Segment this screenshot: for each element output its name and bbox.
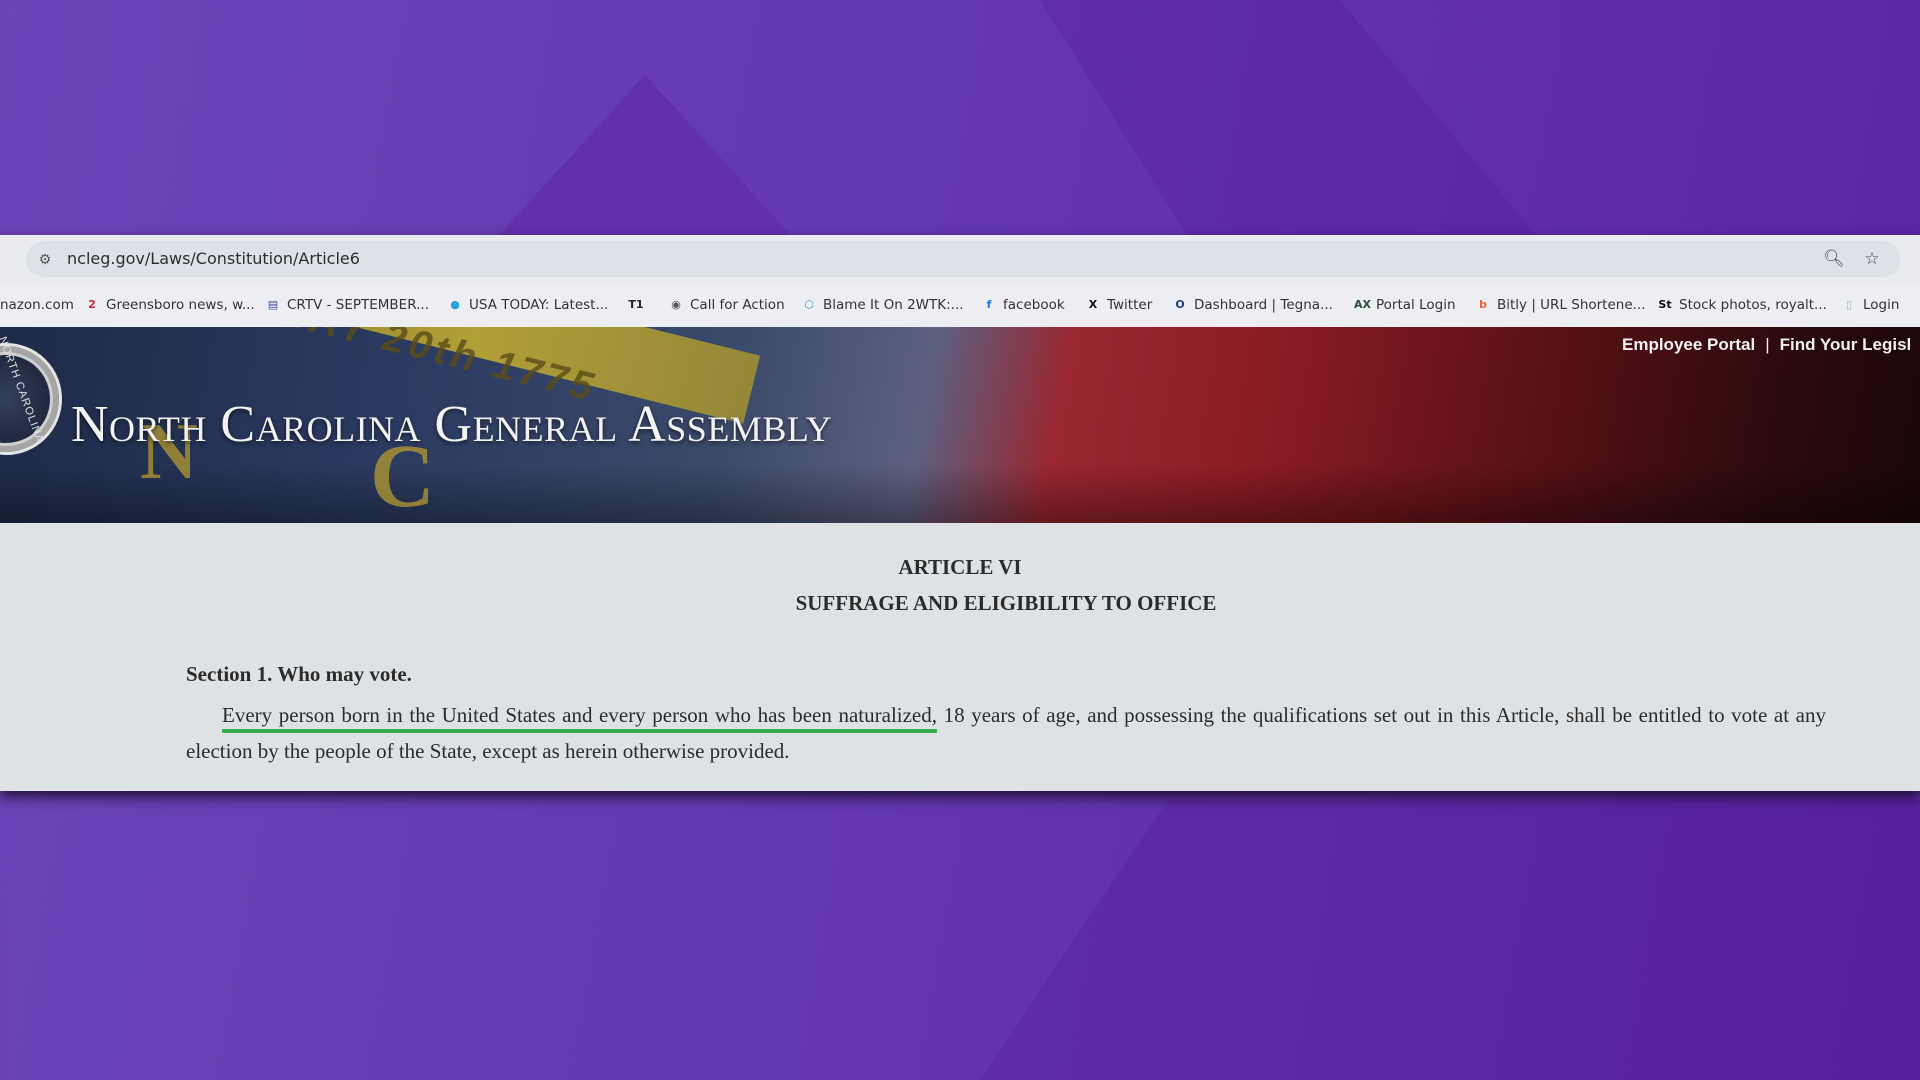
employee-portal-link[interactable]: Employee Portal xyxy=(1622,335,1755,354)
browser-toolbar: ⚙ ncleg.gov/Laws/Constitution/Article6 🔍… xyxy=(0,235,1920,283)
browser-window: ⚙ ncleg.gov/Laws/Constitution/Article6 🔍… xyxy=(0,235,1920,791)
bookmark-item[interactable]: ● USA TODAY: Latest... xyxy=(447,295,608,315)
bookmark-label: Blame It On 2WTK:... xyxy=(823,297,964,313)
bookmark-label: facebook xyxy=(1003,297,1065,313)
calendar-icon: ▤ xyxy=(267,298,279,311)
bookmark-label: Dashboard | Tegna... xyxy=(1194,297,1333,313)
highlighted-text: Every person born in the United States a… xyxy=(222,703,938,733)
x-twitter-icon: X xyxy=(1088,298,1098,311)
zoom-icon[interactable]: 🔍︎ xyxy=(1823,248,1845,270)
section-heading: Section 1. Who may vote. xyxy=(186,662,412,686)
t1-icon: T1 xyxy=(628,298,644,311)
bookmark-item[interactable]: O Dashboard | Tegna... xyxy=(1172,295,1333,315)
dashboard-icon: O xyxy=(1175,298,1185,311)
bookmark-item[interactable]: ▤ CRTV - SEPTEMBER... xyxy=(265,295,429,315)
wfmy-2-icon: 2 xyxy=(88,298,96,311)
document-content: ARTICLE VI SUFFRAGE AND ELIGIBILITY TO O… xyxy=(0,523,1920,791)
bookmark-item[interactable]: X Twitter xyxy=(1085,295,1153,315)
background-shape xyxy=(980,800,1920,1080)
article-subtitle: SUFFRAGE AND ELIGIBILITY TO OFFICE xyxy=(795,591,1217,615)
nc-seal-logo[interactable]: NORTH CAROLINA xyxy=(0,335,62,455)
bookmark-label: Call for Action xyxy=(690,297,785,313)
link-separator: | xyxy=(1765,335,1770,354)
hexagon-icon: ⬡ xyxy=(804,298,814,311)
bookmark-label: USA TODAY: Latest... xyxy=(469,297,609,313)
seal-text: NORTH CAROLINA xyxy=(0,335,46,445)
bookmark-label: Portal Login xyxy=(1376,297,1456,313)
bookmark-item[interactable]: T1 xyxy=(628,295,644,315)
bookmark-label: nazon.com xyxy=(0,297,74,313)
bookmark-item[interactable]: b Bitly | URL Shortene... xyxy=(1475,295,1646,315)
site-header: MAY 20th 1775 N C NORTH CAROLINA North C… xyxy=(0,327,1920,523)
background-shape xyxy=(1040,0,1540,240)
facebook-icon: f xyxy=(986,298,992,311)
find-your-legislator-link[interactable]: Find Your Legisl xyxy=(1780,335,1912,354)
portal-icon: AX xyxy=(1354,298,1371,311)
bookmark-label: Twitter xyxy=(1107,297,1153,313)
bookmark-label: Login xyxy=(1863,297,1900,313)
site-title[interactable]: North Carolina General Assembly xyxy=(71,395,832,454)
article-title: ARTICLE VI xyxy=(898,555,1022,579)
bookmark-item[interactable]: f facebook xyxy=(981,295,1065,315)
usa-today-icon: ● xyxy=(450,298,460,311)
bookmarks-bar: nazon.com 2 Greensboro news, w... ▤ CRTV - S… xyxy=(0,283,1920,327)
stock-icon: St xyxy=(1658,298,1672,311)
bookmark-label: CRTV - SEPTEMBER... xyxy=(287,297,429,313)
bitly-icon: b xyxy=(1479,298,1487,311)
utility-links: Employee Portal | Find Your Legisl xyxy=(1622,335,1911,355)
globe-icon: ◉ xyxy=(671,298,681,311)
section-body: Every person born in the United States a… xyxy=(186,697,1826,769)
url-text[interactable]: ncleg.gov/Laws/Constitution/Article6 xyxy=(67,249,360,269)
bookmark-item[interactable]: St Stock photos, royalt... xyxy=(1657,295,1827,315)
bookmark-label: Greensboro news, w... xyxy=(106,297,255,313)
bookmark-item[interactable]: ◉ Call for Action xyxy=(668,295,785,315)
site-info-icon[interactable]: ⚙ xyxy=(36,250,54,268)
bookmark-item[interactable]: ⬡ Blame It On 2WTK:... xyxy=(801,295,964,315)
bookmark-item[interactable]: nazon.com xyxy=(0,295,74,315)
bookmark-item[interactable]: ▯ Login xyxy=(1841,295,1899,315)
bookmark-label: Bitly | URL Shortene... xyxy=(1497,297,1646,313)
star-icon[interactable]: ☆ xyxy=(1861,248,1883,270)
bookmark-label: Stock photos, royalt... xyxy=(1679,297,1827,313)
address-bar[interactable]: ⚙ ncleg.gov/Laws/Constitution/Article6 🔍… xyxy=(26,241,1900,277)
login-icon: ▯ xyxy=(1845,298,1853,311)
bookmark-item[interactable]: AX Portal Login xyxy=(1354,295,1456,315)
bookmark-item[interactable]: 2 Greensboro news, w... xyxy=(84,295,255,315)
background-shape xyxy=(490,75,800,245)
